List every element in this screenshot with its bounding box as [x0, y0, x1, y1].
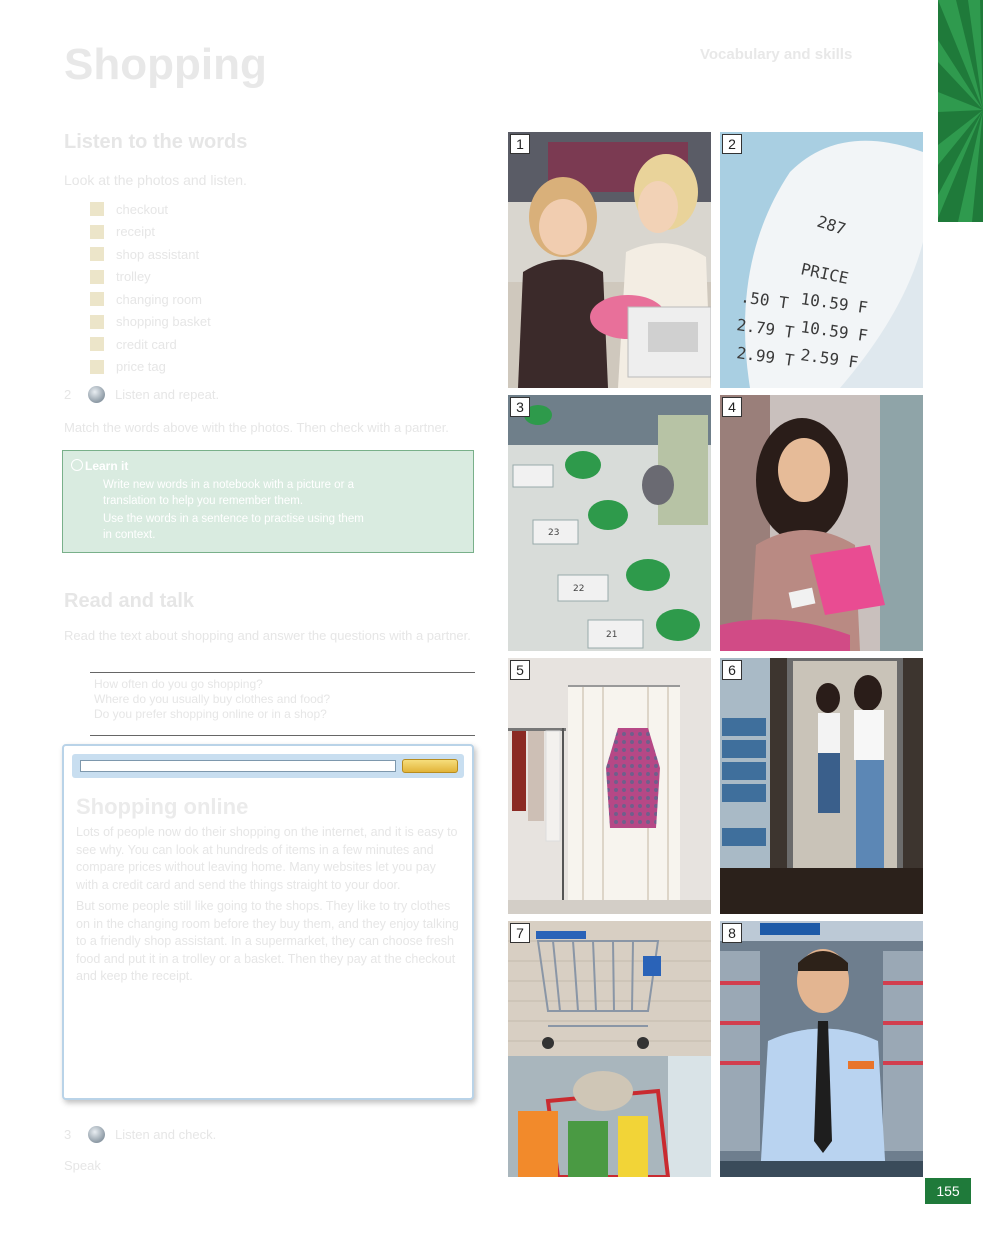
lightbulb-icon	[71, 459, 83, 471]
photo-number-badge: 5	[510, 660, 530, 680]
audio-cd-icon[interactable]	[88, 1125, 105, 1143]
bullet-square-icon	[90, 202, 104, 217]
photo-number-badge: 2	[722, 134, 742, 154]
task-text: Match the words above with the photos. T…	[64, 420, 449, 435]
photo-4: 4	[720, 395, 923, 651]
go-button[interactable]	[402, 759, 458, 773]
list-item: changing room	[90, 288, 211, 311]
photo-1: 1	[508, 132, 711, 388]
audio-exercise-2[interactable]: 3 Listen and check.	[64, 1124, 464, 1144]
photo-7: 7	[508, 921, 711, 1177]
search-input[interactable]	[80, 760, 396, 772]
bullet-square-icon	[90, 359, 104, 374]
photo-number-badge: 1	[510, 134, 530, 154]
audio-exercise-1[interactable]: 2 Listen and repeat.	[64, 384, 464, 404]
photo-3: 23 22 21 3	[508, 395, 711, 651]
tip-title: Learn it	[85, 459, 129, 473]
section-heading-words: Listen to the words	[64, 131, 248, 153]
list-item: credit card	[90, 333, 211, 356]
list-item: shop assistant	[90, 243, 211, 266]
photo-2: 287 PRICE .50 T 10.59 F 2.79 T 10.59 F 2…	[720, 132, 923, 388]
bullet-square-icon	[90, 292, 104, 307]
page-number: 155	[925, 1178, 971, 1204]
list-item: trolley	[90, 266, 211, 289]
section-heading-read: Read and talk	[64, 590, 195, 612]
chapter-tab	[938, 0, 983, 222]
tip-box: Learn it Write new words in a notebook w…	[62, 450, 474, 553]
photo-number-badge: 4	[722, 397, 742, 417]
photo-number-badge: 7	[510, 923, 530, 943]
audio-cd-icon[interactable]	[88, 385, 105, 403]
photo-number-badge: 8	[722, 923, 742, 943]
svg-text:22: 22	[573, 584, 584, 594]
browser-search-bar	[72, 754, 464, 778]
article-heading: Shopping online	[76, 794, 249, 819]
photo-8: 8	[720, 921, 923, 1177]
page-title: Shopping	[64, 40, 267, 89]
bullet-square-icon	[90, 247, 104, 262]
bullet-square-icon	[90, 337, 104, 352]
sunburst-graphic	[938, 0, 983, 222]
instruction-text: Look at the photos and listen.	[64, 172, 247, 188]
question-box: How often do you go shopping? Where do y…	[90, 672, 475, 736]
photo-6: 6	[720, 658, 923, 914]
bullet-square-icon	[90, 314, 104, 329]
list-item: price tag	[90, 356, 211, 379]
read-instruction: Read the text about shopping and answer …	[64, 628, 471, 643]
section-label: Vocabulary and skills	[700, 46, 853, 63]
article-window: Shopping online Lots of people now do th…	[62, 744, 474, 1100]
footer-word: Speak	[64, 1158, 101, 1173]
bullet-square-icon	[90, 269, 104, 284]
list-item: receipt	[90, 221, 211, 244]
list-item: checkout	[90, 198, 211, 221]
svg-text:23: 23	[548, 528, 559, 538]
photo-number-badge: 6	[722, 660, 742, 680]
photo-5: 5	[508, 658, 711, 914]
svg-text:21: 21	[606, 630, 617, 640]
article-body: Lots of people now do their shopping on …	[76, 825, 459, 983]
bullet-square-icon	[90, 224, 104, 239]
vocabulary-list: checkout receipt shop assistant trolley …	[90, 198, 211, 378]
photo-number-badge: 3	[510, 397, 530, 417]
list-item: shopping basket	[90, 311, 211, 334]
